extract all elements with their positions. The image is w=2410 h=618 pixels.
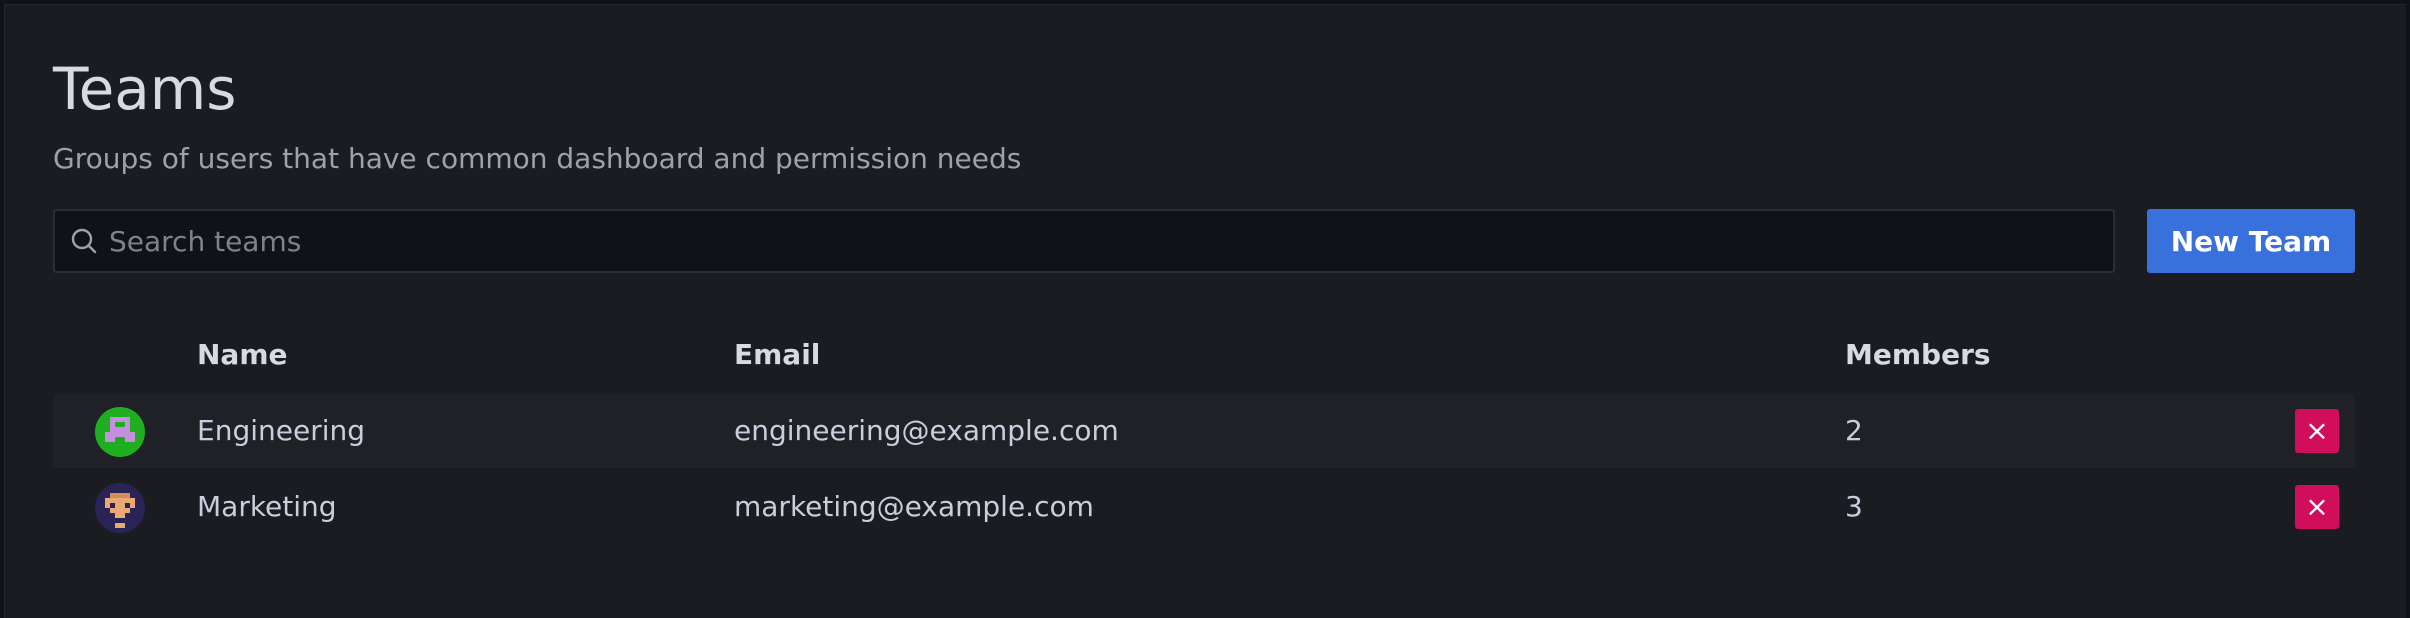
team-members-count[interactable]: 3 <box>1845 487 1863 527</box>
column-header-members: Members <box>1845 338 1991 371</box>
table-row[interactable]: Engineering engineering@example.com 2 × <box>53 394 2355 468</box>
search-box[interactable] <box>53 209 2115 273</box>
team-name[interactable]: Engineering <box>197 411 365 451</box>
engineering-avatar-icon <box>95 407 145 457</box>
team-name[interactable]: Marketing <box>197 487 337 527</box>
search-icon <box>71 228 97 254</box>
page-title: Teams <box>53 55 237 123</box>
delete-team-button[interactable]: × <box>2295 409 2339 453</box>
column-header-email: Email <box>734 338 821 371</box>
column-header-name: Name <box>197 338 288 371</box>
delete-team-button[interactable]: × <box>2295 485 2339 529</box>
team-members-count[interactable]: 2 <box>1845 411 1863 451</box>
team-email[interactable]: engineering@example.com <box>734 411 1119 451</box>
table-row[interactable]: Marketing marketing@example.com 3 × <box>53 470 2355 544</box>
page-subtitle: Groups of users that have common dashboa… <box>53 142 1022 175</box>
team-email[interactable]: marketing@example.com <box>734 487 1094 527</box>
new-team-button[interactable]: New Team <box>2147 209 2355 273</box>
search-input[interactable] <box>109 211 2099 271</box>
teams-page: Teams Groups of users that have common d… <box>4 4 2406 618</box>
marketing-avatar-icon <box>95 483 145 533</box>
